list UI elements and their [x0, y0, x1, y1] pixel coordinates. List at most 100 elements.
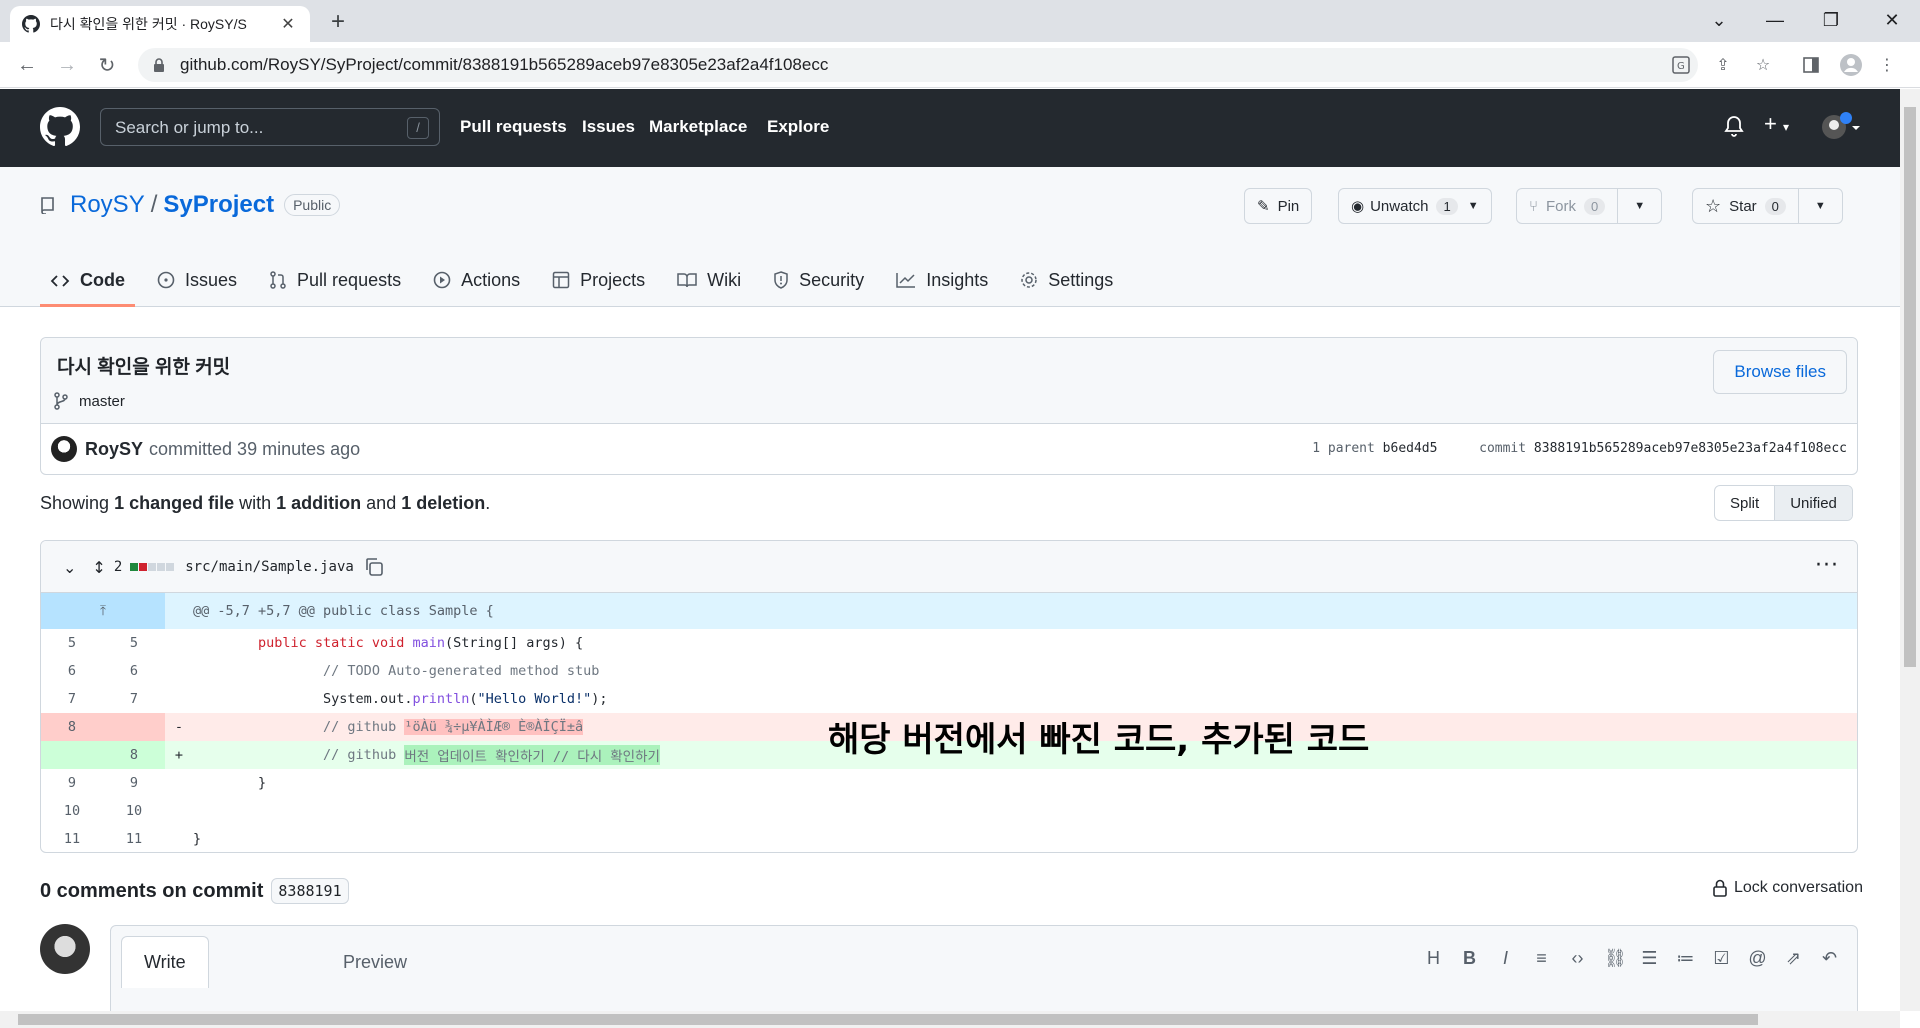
new-line-number[interactable]: 6: [103, 657, 165, 685]
tab-projects[interactable]: Projects: [542, 257, 655, 303]
horizontal-scroll-thumb[interactable]: [18, 1014, 1758, 1025]
bold-icon[interactable]: B: [1460, 948, 1479, 969]
share-icon[interactable]: ⇪: [1712, 54, 1734, 76]
link-icon[interactable]: ⛓: [1604, 948, 1627, 969]
pin-button[interactable]: ✎ Pin: [1244, 188, 1313, 224]
mention-icon[interactable]: @: [1748, 948, 1767, 969]
browser-tab[interactable]: 다시 확인을 위한 커밋 · RoySY/S ✕: [10, 6, 310, 42]
vertical-scrollbar[interactable]: [1900, 89, 1920, 1011]
repo-owner-link[interactable]: RoySY: [70, 191, 145, 219]
expand-up-icon[interactable]: ⤒: [41, 593, 165, 629]
tab-actions-label: Actions: [461, 269, 521, 290]
nav-marketplace[interactable]: Marketplace: [649, 117, 747, 137]
profile-icon[interactable]: [1840, 54, 1862, 76]
translate-icon[interactable]: G: [1670, 54, 1692, 76]
horizontal-scrollbar[interactable]: [0, 1011, 1900, 1028]
tab-wiki[interactable]: Wiki: [667, 257, 751, 303]
tab-code[interactable]: Code: [40, 257, 135, 307]
parent-sha-link[interactable]: b6ed4d5: [1383, 441, 1438, 456]
repo-name-link[interactable]: SyProject: [163, 191, 274, 219]
back-icon[interactable]: ←: [12, 50, 42, 80]
unordered-list-icon[interactable]: ☰: [1640, 948, 1659, 969]
lock-conversation-button[interactable]: Lock conversation: [1712, 879, 1863, 897]
diff-line: 6 6 // TODO Auto-generated method stub: [41, 657, 1857, 685]
close-tab-icon[interactable]: ✕: [278, 14, 298, 34]
restore-icon[interactable]: ❐: [1803, 0, 1859, 40]
new-line-number[interactable]: 9: [103, 769, 165, 797]
old-line-number[interactable]: 7: [41, 685, 103, 713]
old-line-number[interactable]: 6: [41, 657, 103, 685]
hunk-header: @@ -5,7 +5,7 @@ public class Sample {: [193, 603, 494, 619]
close-window-icon[interactable]: ✕: [1864, 0, 1920, 40]
old-line-number[interactable]: 9: [41, 769, 103, 797]
tab-actions[interactable]: Actions: [423, 257, 530, 303]
tab-security[interactable]: Security: [763, 257, 874, 303]
side-panel-icon[interactable]: [1800, 54, 1822, 76]
current-user-avatar[interactable]: [40, 924, 90, 974]
star-dropdown-icon[interactable]: ▼: [1797, 189, 1842, 223]
write-tab[interactable]: Write: [121, 936, 209, 988]
author-avatar[interactable]: [51, 436, 77, 462]
tab-search-chevron-icon[interactable]: ⌄: [1691, 0, 1747, 40]
github-logo-icon[interactable]: [40, 107, 80, 147]
new-line-number[interactable]: 7: [103, 685, 165, 713]
star-button[interactable]: ☆ Star 0 ▼: [1692, 188, 1843, 224]
changed-files-count[interactable]: 1 changed file: [114, 493, 234, 513]
old-line-number[interactable]: 11: [41, 825, 103, 852]
tab-wiki-label: Wiki: [707, 269, 742, 290]
tab-projects-label: Projects: [580, 269, 646, 290]
split-view-button[interactable]: Split: [1715, 486, 1774, 520]
copy-icon[interactable]: [364, 557, 384, 577]
github-search-input[interactable]: Search or jump to... /: [100, 108, 440, 146]
unified-view-button[interactable]: Unified: [1774, 486, 1852, 520]
old-line-number[interactable]: 10: [41, 797, 103, 825]
create-new-plus-icon[interactable]: + ▾: [1764, 111, 1789, 137]
fork-button[interactable]: ⑂ Fork 0 ▼: [1516, 188, 1663, 224]
unwatch-button[interactable]: ◉ Unwatch 1 ▼: [1338, 188, 1492, 224]
tab-settings[interactable]: Settings: [1010, 257, 1123, 303]
new-line-number[interactable]: 8: [103, 741, 165, 769]
preview-tab[interactable]: Preview: [321, 936, 429, 988]
file-options-kebab-icon[interactable]: ···: [1815, 553, 1839, 578]
notifications-bell-icon[interactable]: [1724, 115, 1744, 137]
branch-name[interactable]: master: [79, 393, 125, 410]
bookmark-star-icon[interactable]: ☆: [1752, 54, 1774, 76]
tab-issues[interactable]: Issues: [147, 257, 247, 303]
menu-kebab-icon[interactable]: ⋮: [1876, 54, 1898, 76]
reference-icon[interactable]: ⇗: [1784, 948, 1803, 969]
added-text-highlight: 버전 업데이트 확인하기 // 다시 확인하기: [404, 745, 660, 765]
reply-icon[interactable]: ↶: [1820, 948, 1839, 969]
nav-issues[interactable]: Issues: [582, 117, 635, 137]
italic-icon[interactable]: I: [1496, 948, 1515, 969]
task-list-icon[interactable]: ☑: [1712, 948, 1731, 969]
expand-all-icon[interactable]: ↕: [92, 558, 105, 577]
code-icon[interactable]: ‹›: [1568, 948, 1587, 969]
browse-files-button[interactable]: Browse files: [1713, 350, 1847, 394]
vertical-scroll-thumb[interactable]: [1904, 107, 1916, 667]
user-avatar-menu[interactable]: [1820, 111, 1860, 141]
collapse-chevron-icon[interactable]: ⌄: [63, 558, 76, 577]
heading-icon[interactable]: H: [1424, 948, 1443, 969]
file-path[interactable]: src/main/Sample.java: [185, 559, 354, 575]
old-line-number[interactable]: 8: [41, 713, 103, 741]
new-tab-icon[interactable]: +: [324, 9, 352, 37]
old-line-number[interactable]: [41, 741, 103, 769]
forward-icon[interactable]: →: [52, 50, 82, 80]
diffstat-neutral-box: [157, 563, 166, 571]
tab-pull-requests[interactable]: Pull requests: [259, 257, 411, 303]
nav-pull-requests[interactable]: Pull requests: [460, 117, 567, 137]
new-line-number[interactable]: 5: [103, 629, 165, 657]
new-line-number[interactable]: [103, 713, 165, 741]
reload-icon[interactable]: ↻: [92, 50, 122, 80]
fork-dropdown-icon[interactable]: ▼: [1617, 189, 1661, 223]
quote-icon[interactable]: ≡: [1532, 948, 1551, 969]
author-name[interactable]: RoySY: [85, 439, 143, 460]
old-line-number[interactable]: 5: [41, 629, 103, 657]
ordered-list-icon[interactable]: ≔: [1676, 948, 1695, 969]
tab-insights[interactable]: Insights: [886, 257, 998, 303]
nav-explore[interactable]: Explore: [767, 117, 829, 137]
new-line-number[interactable]: 11: [103, 825, 165, 852]
new-line-number[interactable]: 10: [103, 797, 165, 825]
minimize-icon[interactable]: —: [1747, 0, 1803, 40]
address-bar[interactable]: github.com/RoySY/SyProject/commit/838819…: [138, 48, 1698, 82]
